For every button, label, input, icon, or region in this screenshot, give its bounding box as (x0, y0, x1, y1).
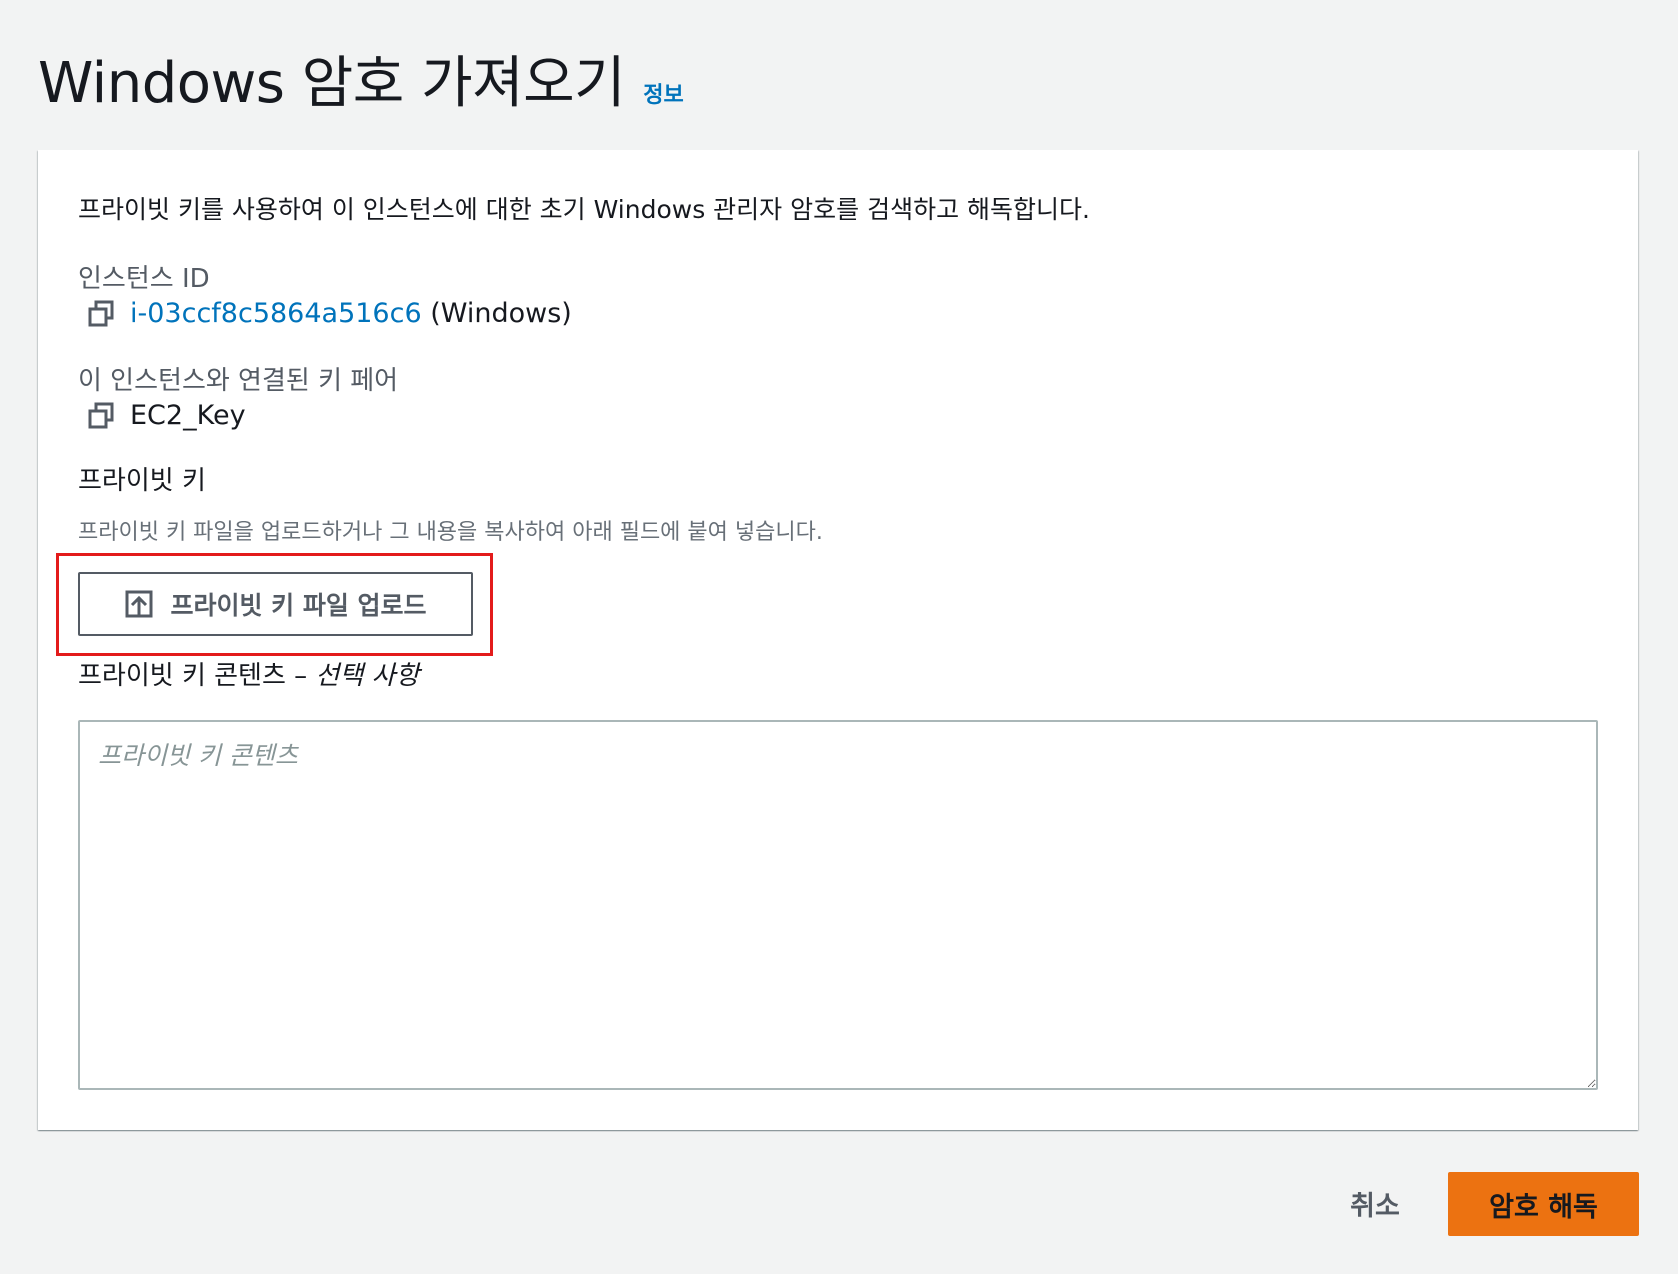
copy-icon[interactable] (86, 401, 116, 431)
upload-private-key-button[interactable]: 프라이빗 키 파일 업로드 (78, 572, 473, 636)
key-pair-name: EC2_Key (130, 400, 246, 431)
instance-id-link[interactable]: i-03ccf8c5864a516c6 (130, 298, 422, 329)
content-label-text: 프라이빗 키 콘텐츠 – (78, 661, 308, 691)
key-pair-label: 이 인스턴스와 연결된 키 페어 (78, 366, 399, 396)
upload-button-label: 프라이빗 키 파일 업로드 (170, 591, 427, 620)
instance-id-row: i-03ccf8c5864a516c6 (Windows) (86, 298, 572, 329)
page-title: Windows 암호 가져오기 (38, 51, 626, 116)
cancel-button[interactable]: 취소 (1320, 1172, 1430, 1234)
copy-icon[interactable] (86, 299, 116, 329)
private-key-content-input[interactable] (78, 720, 1598, 1090)
private-key-hint: 프라이빗 키 파일을 업로드하거나 그 내용을 복사하여 아래 필드에 붙여 넣… (78, 520, 823, 545)
private-key-content-label: 프라이빗 키 콘텐츠 – 선택 사항 (78, 655, 419, 692)
panel-description: 프라이빗 키를 사용하여 이 인스턴스에 대한 초기 Windows 관리자 암… (78, 195, 1090, 224)
instance-platform: (Windows) (430, 298, 572, 329)
upload-icon (124, 589, 154, 619)
page-header: Windows 암호 가져오기 정보 (38, 38, 684, 119)
info-link[interactable]: 정보 (643, 77, 683, 109)
key-pair-row: EC2_Key (86, 400, 246, 431)
private-key-label: 프라이빗 키 (78, 466, 206, 496)
instance-id-label: 인스턴스 ID (78, 264, 210, 294)
decrypt-password-button[interactable]: 암호 해독 (1448, 1172, 1639, 1236)
password-panel: 프라이빗 키를 사용하여 이 인스턴스에 대한 초기 Windows 관리자 암… (38, 150, 1638, 1130)
content-label-optional: 선택 사항 (315, 661, 420, 691)
